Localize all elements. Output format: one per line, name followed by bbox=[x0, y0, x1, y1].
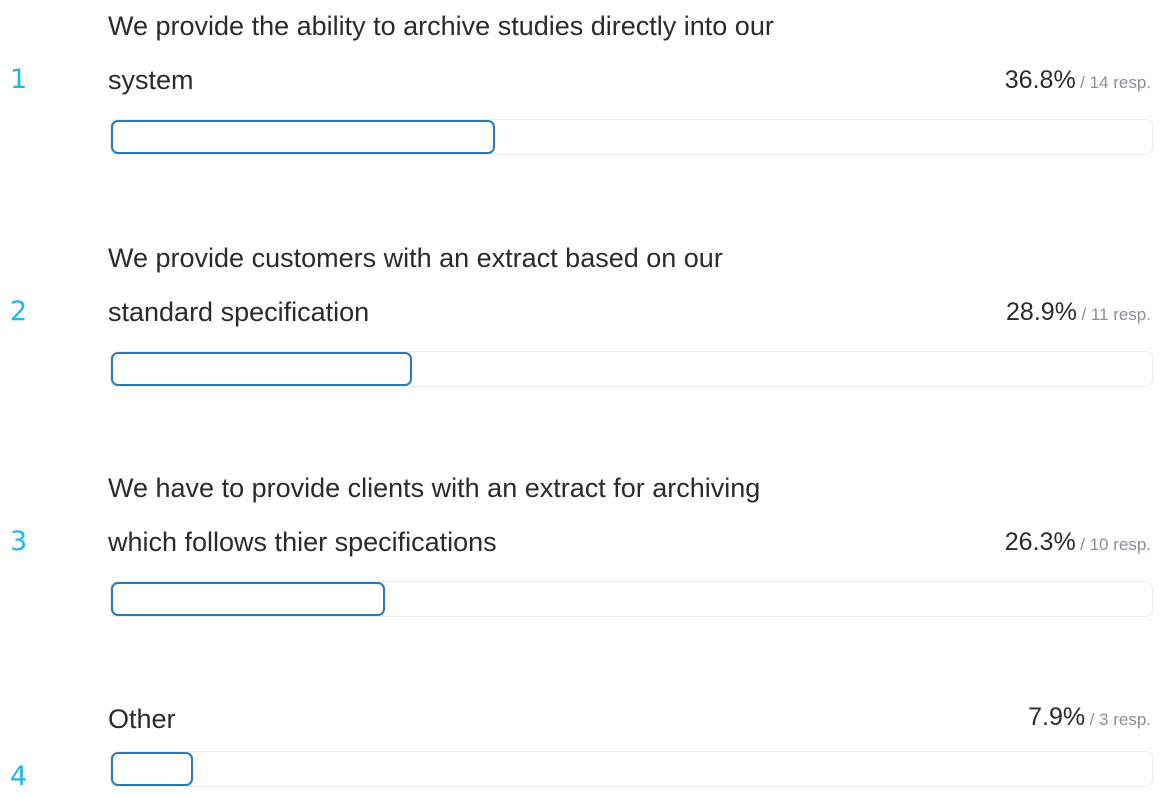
bar-fill bbox=[111, 752, 194, 786]
answer-label: We have to provide clients with an extra… bbox=[108, 473, 761, 503]
rank-number: 2 bbox=[10, 296, 28, 327]
bar-track bbox=[110, 581, 1153, 617]
percent-value: 36.8% bbox=[1004, 66, 1076, 94]
answer-label: We provide customers with an extract bas… bbox=[108, 243, 723, 273]
answer-label: which follows thier specifications bbox=[108, 527, 497, 557]
rank-number: 3 bbox=[10, 526, 28, 557]
response-count: / 14 resp. bbox=[1080, 73, 1151, 92]
response-count: / 11 resp. bbox=[1081, 305, 1151, 324]
result-stats: 36.8% / 14 resp. bbox=[1005, 66, 1151, 95]
bar-track bbox=[110, 751, 1153, 787]
bar-fill bbox=[111, 352, 413, 386]
response-count: / 10 resp. bbox=[1080, 535, 1151, 554]
bar-fill bbox=[111, 120, 495, 154]
percent-value: 28.9% bbox=[1006, 298, 1077, 326]
answer-label: standard specification bbox=[108, 297, 370, 327]
bar-fill bbox=[111, 582, 386, 616]
bar-track bbox=[110, 351, 1153, 387]
answer-label: Other bbox=[108, 704, 176, 734]
result-stats: 28.9% / 11 resp. bbox=[1006, 298, 1151, 327]
bar-track bbox=[110, 119, 1153, 155]
percent-value: 7.9% bbox=[1028, 703, 1086, 731]
rank-number: 1 bbox=[10, 64, 28, 95]
result-stats: 7.9% / 3 resp. bbox=[1028, 703, 1151, 732]
percent-value: 26.3% bbox=[1004, 528, 1076, 556]
rank-number: 4 bbox=[10, 761, 28, 792]
answer-label: We provide the ability to archive studie… bbox=[108, 11, 774, 41]
result-stats: 26.3% / 10 resp. bbox=[1005, 528, 1151, 557]
response-count: / 3 resp. bbox=[1089, 710, 1151, 729]
answer-label: system bbox=[108, 65, 194, 95]
